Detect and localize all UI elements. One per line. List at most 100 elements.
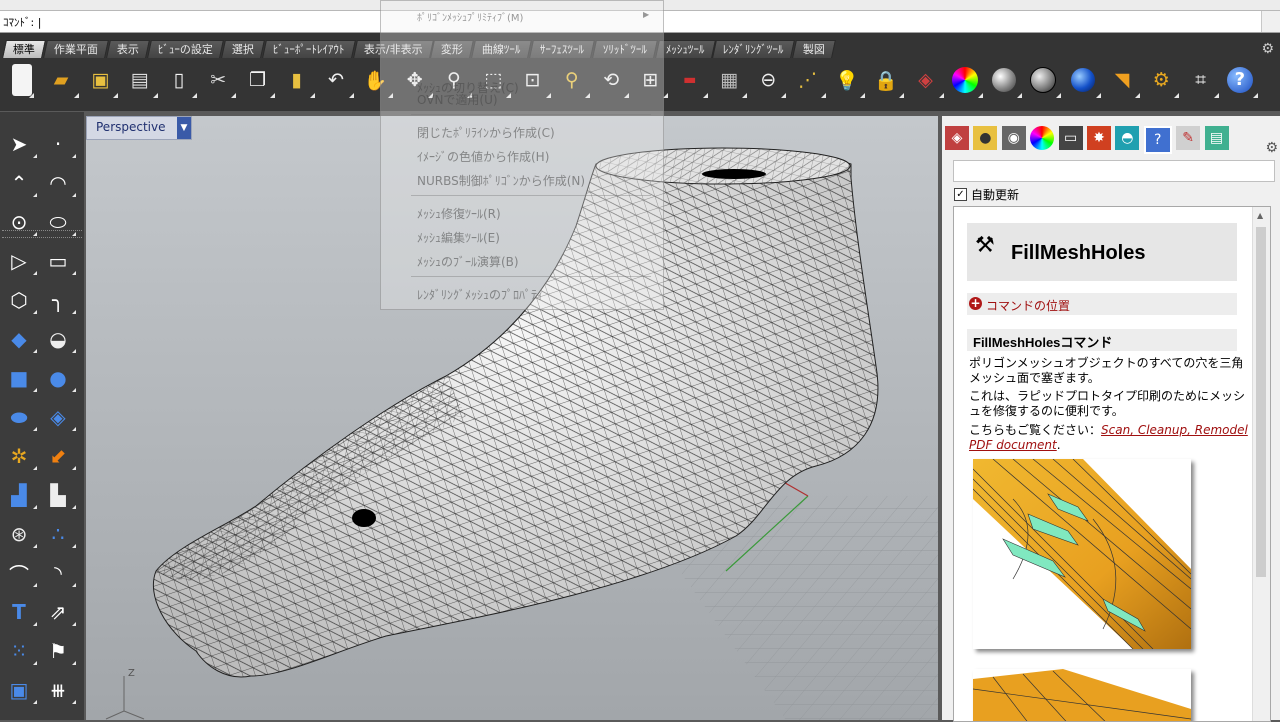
help-icon[interactable]: ? [1224,64,1258,98]
surface-icon[interactable]: ◆ [5,325,37,353]
transform-icon[interactable]: ✲ [5,442,37,470]
axis-z-label: Z [128,668,135,679]
color-wheel-icon[interactable] [949,64,983,98]
curve-icon[interactable]: ◠ [44,169,76,197]
split-icon[interactable]: ▟ [5,481,37,509]
example-image-2 [972,669,1192,721]
ground-panel-icon[interactable]: ◓ [1115,126,1140,150]
circle-icon[interactable]: ⊙ [5,208,37,236]
block-icon[interactable]: ▣ [5,676,37,704]
fillet-icon[interactable]: ╮ [44,286,76,314]
command-heading-box: FillMeshHolesコマンド [967,329,1237,351]
camera-panel-icon[interactable]: ◉ [1001,126,1026,150]
arrow-orange-icon[interactable]: ⬋ [44,442,76,470]
flag-icon[interactable]: ⚑ [44,637,76,665]
surface-edit-icon[interactable]: ◒ [44,325,76,353]
auto-update-toggle[interactable]: ✓ 自動更新 [954,186,1019,203]
sphere-group-icon[interactable]: ● [44,364,76,392]
select-arrow-icon[interactable]: ➤ [5,130,37,158]
hexagon-icon[interactable]: ⬡ [5,286,37,314]
undo-icon[interactable]: ↶ [320,64,355,98]
menu-item-from-polyline[interactable]: 閉じたﾎﾟﾘﾗｲﾝから作成(C) [417,124,555,141]
car-icon[interactable]: ▬ [674,64,708,98]
menu-item-boolean[interactable]: ﾒｯｼｭのﾌﾞｰﾙ演算(B) [417,253,519,270]
cut-icon[interactable]: ✂ [202,64,237,98]
light-bulb-icon[interactable]: 💡 [831,64,865,98]
arc-alt-icon[interactable]: ◝ [44,559,76,587]
dimension-icon[interactable]: ⌗ [1185,64,1219,98]
properties-panel-icon[interactable]: ● [973,126,998,150]
layers-panel-icon[interactable]: ◈ [945,126,969,150]
display-panel-icon[interactable]: ▭ [1058,126,1083,150]
left-toolbar: ➤ · ⌃ ◠ ⊙ ⬭ ▷ ▭ ⬡ ╮ ◆ ◒ ■ ● ⬬ ◈ ✲ ⬋ ▟ ▙ … [0,112,84,720]
mesh-icon[interactable]: ◈ [44,403,76,431]
import-icon[interactable]: ▯ [163,64,197,98]
help-panel-icon[interactable]: ? [1143,126,1172,154]
layers-icon[interactable]: ◈ [910,64,944,98]
arc-icon[interactable]: ⌒ [5,559,37,587]
text-icon[interactable]: T [5,598,37,626]
ellipse-icon[interactable]: ⬭ [44,208,76,236]
new-file-icon[interactable] [12,64,34,98]
panel-gear-icon[interactable]: ⚙ [1265,140,1278,156]
snap-icon[interactable]: ⋰ [792,64,826,98]
menu-item-from-nurbs[interactable]: NURBS制御ﾎﾟﾘｺﾞﾝから作成(N) [417,172,585,189]
lock-icon[interactable]: 🔒 [870,64,905,98]
paste-icon[interactable]: ▮ [281,64,315,98]
menu-item-apply-ovn[interactable]: OVNで適用(U) [417,91,498,108]
wireframe-sphere-icon[interactable] [1027,64,1062,98]
cone-light-icon[interactable]: ◥ [1106,64,1141,98]
menu-item-from-image[interactable]: ｲﾒｰｼﾞの色値から作成(H) [417,148,549,165]
notes-panel-icon[interactable]: ✎ [1176,126,1201,150]
cylinder-icon[interactable]: ⬬ [5,403,37,431]
points-group-icon[interactable]: ∴ [44,520,76,548]
point-icon[interactable]: ⊖ [752,64,787,98]
chevron-down-icon[interactable]: ▼ [177,117,191,139]
save-icon[interactable]: ▣ [84,64,119,98]
rectangle-icon[interactable]: ▭ [44,247,76,275]
box-icon[interactable]: ■ [5,364,37,392]
viewport-name: Perspective [96,120,166,134]
viewport-title[interactable]: Perspective ▼ [86,116,192,140]
scroll-thumb[interactable] [1256,227,1266,577]
open-folder-icon[interactable]: ▰ [45,64,79,98]
tabs-gear-icon[interactable]: ⚙ [1261,41,1274,57]
tab-view-setup[interactable]: ﾋﾞｭｰの設定 [147,40,224,58]
array-icon[interactable]: ⁙ [5,637,37,665]
tab-standard[interactable]: 標準 [2,40,46,58]
tab-render-tools[interactable]: ﾚﾝﾀﾞﾘﾝｸﾞﾂｰﾙ [712,40,795,58]
polyline-icon[interactable]: ⌃ [5,169,37,197]
menu-item-render-mesh[interactable]: ﾚﾝﾀﾞﾘﾝｸﾞﾒｯｼｭのﾌﾟﾛﾊﾟﾃｨ [417,286,543,303]
help-scrollbar[interactable]: ▲ [1252,207,1270,721]
help-search-input[interactable] [953,160,1275,182]
polygon-icon[interactable]: ▷ [5,247,37,275]
menu-item-mesh-primitive[interactable]: ﾎﾟﾘｺﾞﾝﾒｯｼｭﾌﾟﾘﾐﾃｨﾌﾞ(M) [417,9,523,24]
grid-icon[interactable]: ▦ [713,64,748,98]
commands-panel-icon[interactable]: ▤ [1204,126,1229,150]
materials-panel-icon[interactable] [1030,126,1055,150]
dimension-tool-icon[interactable]: ⧻ [44,676,76,704]
tab-select[interactable]: 選択 [221,40,265,58]
see-also: こちらもご覧ください：Scan, Cleanup, Remodel PDF do… [969,423,1251,453]
auto-update-checkbox[interactable]: ✓ [954,188,967,201]
trim-icon[interactable]: ▙ [44,481,76,509]
tab-viewport-layout[interactable]: ﾋﾞｭｰﾎﾟｰﾄﾚｲｱｳﾄ [262,40,356,58]
command-location-toggle[interactable]: + コマンドの位置 [967,293,1237,315]
scroll-up-icon[interactable]: ▲ [1257,211,1263,220]
move-icon[interactable]: ⇗ [44,598,76,626]
environment-panel-icon[interactable]: ✸ [1086,126,1111,150]
gear-options-icon[interactable]: ⚙ [1145,64,1180,98]
menu-item-edit-tools[interactable]: ﾒｯｼｭ編集ﾂｰﾙ(E) [417,229,500,246]
tab-cplanes[interactable]: 作業平面 [43,40,109,58]
copy-icon[interactable]: ❐ [241,64,276,98]
menu-item-repair-tools[interactable]: ﾒｯｼｭ修復ﾂｰﾙ(R) [417,205,501,222]
render-sphere-icon[interactable] [1067,64,1101,98]
boolean-icon[interactable]: ⊛ [5,520,37,548]
command-scrollbar[interactable] [1261,11,1280,32]
tab-drafting[interactable]: 製図 [791,40,836,58]
point-tool-icon[interactable]: · [44,130,76,158]
print-icon[interactable]: ▤ [124,64,158,98]
expand-plus-icon[interactable]: + [969,297,982,310]
tab-display[interactable]: 表示 [106,40,150,58]
shaded-sphere-icon[interactable] [988,64,1023,98]
